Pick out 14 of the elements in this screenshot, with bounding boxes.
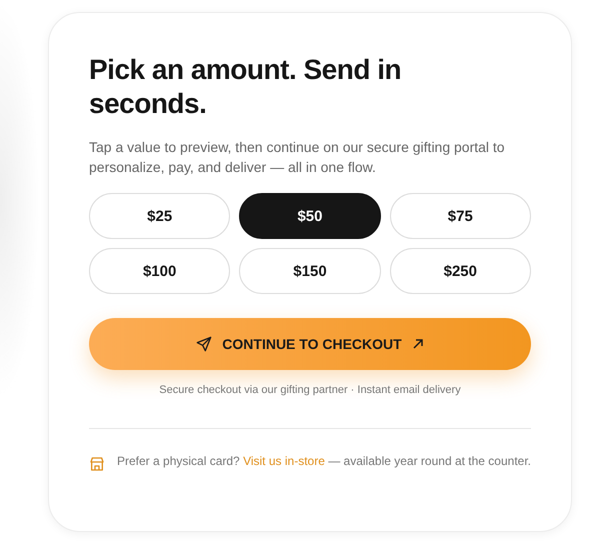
send-icon xyxy=(196,336,212,352)
store-icon xyxy=(89,456,105,472)
amount-option[interactable]: $75 xyxy=(390,193,531,239)
amount-option[interactable]: $25 xyxy=(89,193,230,239)
card-description: Tap a value to preview, then continue on our secure gifting portal to personalize, pay, and deliver — all in one flow. xyxy=(89,138,506,177)
arrow-icon xyxy=(412,338,424,350)
checkout-button[interactable]: CONTINUE TO CHECKOUT xyxy=(89,318,531,370)
amount-option[interactable]: $100 xyxy=(89,248,230,294)
amount-option[interactable]: $250 xyxy=(390,248,531,294)
checkout-note: Secure checkout via our gifting partner · Instant email delivery xyxy=(158,384,462,396)
store-note: Prefer a physical card? Visit us in-store — available year round at the counter. xyxy=(117,453,531,469)
amount-option[interactable]: $150 xyxy=(239,248,381,294)
card-title: Pick an amount. Send in seconds. xyxy=(89,53,402,121)
amount-option[interactable]: $50 xyxy=(239,193,381,239)
